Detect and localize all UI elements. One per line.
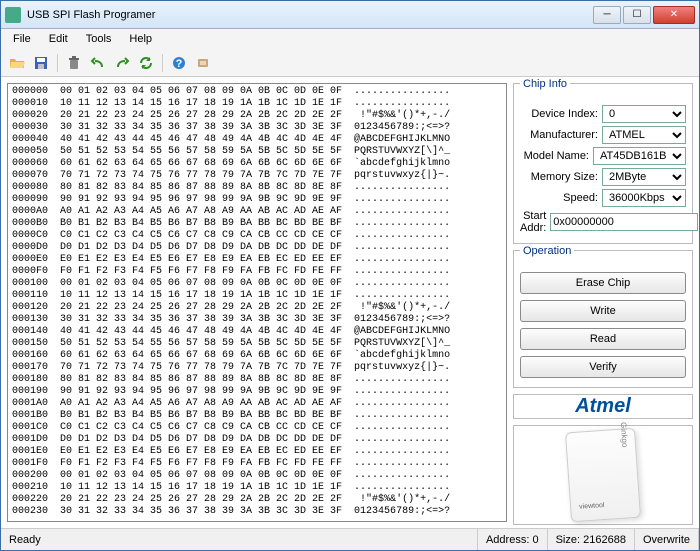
close-button[interactable]: ✕ [653, 6, 695, 24]
open-icon[interactable] [7, 53, 27, 73]
window-title: USB SPI Flash Programer [27, 9, 593, 21]
app-icon [5, 7, 21, 23]
startaddr-label: Start Addr: [520, 210, 550, 234]
status-mode: Overwrite [635, 529, 699, 550]
chip-info-group: Chip Info Device Index:0 Manufacturer:AT… [513, 83, 693, 244]
atmel-logo: Atmel [575, 395, 631, 418]
redo-icon[interactable] [112, 53, 132, 73]
operation-title: Operation [520, 245, 574, 257]
hex-editor[interactable]: 000000 00 01 02 03 04 05 06 07 08 09 0A … [7, 83, 507, 522]
chip-info-title: Chip Info [520, 78, 570, 90]
model-select[interactable]: AT45DB161B [593, 147, 686, 165]
minimize-button[interactable]: ─ [593, 6, 621, 24]
memory-select[interactable]: 2MByte [602, 168, 686, 186]
help-icon[interactable]: ? [169, 53, 189, 73]
manufacturer-logo-box: Atmel [513, 394, 693, 419]
menu-help[interactable]: Help [121, 31, 160, 47]
write-button[interactable]: Write [520, 300, 686, 322]
separator [162, 54, 163, 72]
device-sublabel: viewtool [579, 502, 605, 511]
svg-text:?: ? [176, 58, 183, 70]
read-button[interactable]: Read [520, 328, 686, 350]
delete-icon[interactable] [64, 53, 84, 73]
manufacturer-select[interactable]: ATMEL [602, 126, 686, 144]
status-bar: Ready Address: 0 Size: 2162688 Overwrite [1, 528, 699, 550]
status-size-label: Size: [556, 534, 580, 546]
status-size-value: 2162688 [583, 534, 626, 546]
title-bar: USB SPI Flash Programer ─ ☐ ✕ [1, 1, 699, 29]
save-icon[interactable] [31, 53, 51, 73]
hex-content: 000000 00 01 02 03 04 05 06 07 08 09 0A … [8, 84, 506, 520]
verify-button[interactable]: Verify [520, 356, 686, 378]
menu-tools[interactable]: Tools [78, 31, 120, 47]
manufacturer-label: Manufacturer: [520, 129, 602, 141]
model-label: Model Name: [520, 150, 593, 162]
device-brand: Ginkgo [618, 422, 629, 448]
undo-icon[interactable] [88, 53, 108, 73]
startaddr-input[interactable] [550, 213, 698, 231]
operation-group: Operation Erase Chip Write Read Verify [513, 250, 693, 388]
erase-chip-button[interactable]: Erase Chip [520, 272, 686, 294]
config-icon[interactable] [193, 53, 213, 73]
refresh-icon[interactable] [136, 53, 156, 73]
memory-label: Memory Size: [520, 171, 602, 183]
tool-bar: ? [1, 49, 699, 77]
device-image: Ginkgo viewtool [565, 428, 641, 523]
menu-edit[interactable]: Edit [41, 31, 76, 47]
status-ready: Ready [1, 529, 478, 550]
maximize-button[interactable]: ☐ [623, 6, 651, 24]
status-address-value: 0 [532, 534, 538, 546]
device-index-label: Device Index: [520, 108, 602, 120]
menu-bar: File Edit Tools Help [1, 29, 699, 49]
separator [57, 54, 58, 72]
device-image-box: Ginkgo viewtool [513, 425, 693, 525]
speed-label: Speed: [520, 192, 602, 204]
status-address-label: Address: [486, 534, 529, 546]
device-index-select[interactable]: 0 [602, 105, 686, 123]
menu-file[interactable]: File [5, 31, 39, 47]
speed-select[interactable]: 36000Kbps [602, 189, 686, 207]
